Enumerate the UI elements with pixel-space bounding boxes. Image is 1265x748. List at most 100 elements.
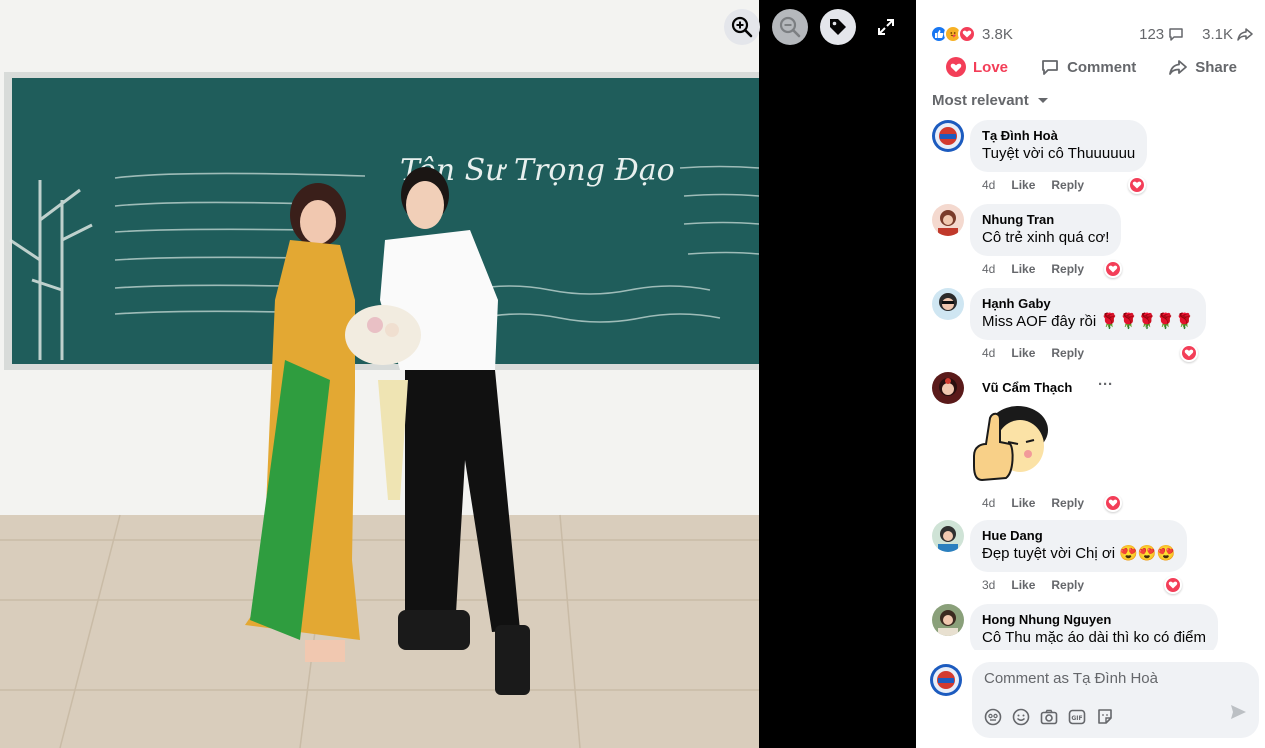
heart-icon [1108, 499, 1118, 507]
like-comment-button[interactable]: Like [1011, 578, 1035, 592]
reaction-count[interactable]: 3.8K [982, 26, 1013, 43]
love-reaction-badge[interactable] [1128, 176, 1146, 194]
love-button[interactable]: Love [946, 57, 1008, 77]
zoom-out-button[interactable] [772, 9, 808, 45]
comment-time[interactable]: 3d [982, 578, 995, 592]
comment-text: Miss AOF đây rồi 🌹🌹🌹🌹🌹 [982, 313, 1194, 330]
sort-label: Most relevant [932, 92, 1029, 109]
comment-time[interactable]: 4d [982, 178, 995, 192]
comment-icon [1042, 60, 1058, 75]
avatar[interactable] [932, 520, 964, 552]
thumbs-up-sticker[interactable] [970, 404, 1050, 486]
avatar[interactable] [932, 372, 964, 404]
emoji-icon[interactable] [1012, 708, 1030, 726]
send-button[interactable] [1229, 703, 1247, 726]
like-comment-button[interactable]: Like [1011, 346, 1035, 360]
comment-meta: 4d Like Reply [982, 178, 1084, 192]
heart-icon [1184, 349, 1194, 357]
tag-icon [830, 19, 846, 35]
comment-button[interactable]: Comment [1040, 57, 1136, 77]
love-reaction-badge[interactable] [1104, 494, 1122, 512]
comment-meta: 4d Like Reply [982, 496, 1084, 510]
commenter-name[interactable]: Hạnh Gaby [982, 295, 1194, 312]
love-icon [946, 57, 967, 77]
like-comment-button[interactable]: Like [1011, 262, 1035, 276]
fullscreen-button[interactable] [868, 9, 904, 45]
comment-time[interactable]: 4d [982, 496, 995, 510]
photo-viewer: Tôn Sư Trọng Đạo [0, 0, 916, 748]
share-count-icon [1237, 28, 1253, 41]
avatar[interactable] [930, 664, 962, 696]
reaction-icons[interactable] [930, 25, 976, 43]
heart-icon [1168, 581, 1178, 589]
commenter-name[interactable]: Tạ Đình Hoà [982, 127, 1135, 144]
comment-meta: 4d Like Reply [982, 262, 1084, 276]
gif-icon[interactable]: GIF [1068, 708, 1086, 726]
commenter-name[interactable]: Hue Dang [982, 527, 1175, 544]
comment-input-box[interactable]: GIF [972, 662, 1259, 738]
comment-bubble: Hạnh Gaby Miss AOF đây rồi 🌹🌹🌹🌹🌹 [970, 288, 1206, 340]
avatar-sticker-icon[interactable] [984, 708, 1002, 726]
fullscreen-icon [878, 19, 894, 35]
share-icon [1169, 60, 1188, 75]
comment-bubble: Hong Nhung Nguyen Cô Thu mặc áo dài thì … [970, 604, 1219, 650]
share-count[interactable]: 3.1K [1202, 26, 1233, 43]
tag-button[interactable] [820, 9, 856, 45]
avatar[interactable] [932, 120, 964, 152]
like-comment-button[interactable]: Like [1011, 496, 1035, 510]
love-label: Love [973, 58, 1009, 76]
reply-button[interactable]: Reply [1051, 178, 1084, 192]
comment-meta: 4d Like Reply [982, 346, 1084, 360]
love-reaction-badge[interactable] [1104, 260, 1122, 278]
comment-text: Tuyệt vời cô Thuuuuuu [982, 145, 1136, 162]
avatar[interactable] [932, 204, 964, 236]
commenter-name[interactable]: Hong Nhung Nguyen [982, 611, 1206, 628]
heart-icon [1132, 181, 1142, 189]
comment-bubble: Hue Dang Đẹp tuyệt vời Chị ơi 😍😍😍 [970, 520, 1188, 572]
reply-button[interactable]: Reply [1051, 346, 1084, 360]
love-reaction-badge[interactable] [1180, 344, 1198, 362]
comment-bubble: Tạ Đình Hoà Tuyệt vời cô Thuuuuuu [970, 120, 1148, 172]
comment-text: Cô trẻ xinh quá cơ! [982, 229, 1110, 246]
heart-icon [1108, 265, 1118, 273]
sticker-icon[interactable] [1096, 708, 1114, 726]
comment-list[interactable]: Tạ Đình Hoà Tuyệt vời cô Thuuuuuu 4d Lik… [916, 112, 1265, 650]
svg-text:GIF: GIF [1071, 715, 1082, 722]
love-reaction-icon [958, 25, 976, 43]
avatar[interactable] [932, 604, 964, 636]
comment-count-icon [1169, 28, 1183, 41]
post-actions: Love Comment Share [930, 52, 1253, 82]
comment-count[interactable]: 123 [1139, 26, 1164, 43]
composer-tools: GIF [984, 708, 1114, 726]
comment-bubble: Nhung Tran Cô trẻ xinh quá cơ! [970, 204, 1122, 256]
reply-button[interactable]: Reply [1051, 262, 1084, 276]
zoom-in-button[interactable] [724, 9, 760, 45]
comment-text: Cô Thu mặc áo dài thì ko có điểm [982, 629, 1207, 646]
post-photo[interactable]: Tôn Sư Trọng Đạo [0, 0, 759, 748]
commenter-name[interactable]: Nhung Tran [982, 211, 1109, 228]
reply-button[interactable]: Reply [1051, 496, 1084, 510]
chevron-down-icon [1037, 97, 1048, 103]
commenter-name[interactable]: Vũ Cẩm Thạch [982, 380, 1072, 395]
comment-label: Comment [1067, 58, 1137, 76]
camera-icon[interactable] [1040, 708, 1058, 726]
love-reaction-badge[interactable] [1164, 576, 1182, 594]
avatar[interactable] [932, 288, 964, 320]
comment-meta: 3d Like Reply [982, 578, 1084, 592]
zoom-out-icon [779, 16, 801, 38]
comment-composer: GIF [930, 662, 1259, 740]
reply-button[interactable]: Reply [1051, 578, 1084, 592]
comment-time[interactable]: 4d [982, 346, 995, 360]
send-icon [1231, 705, 1246, 719]
post-details-panel: 3.8K 123 3.1K Love Comment Share Most re… [916, 0, 1265, 748]
like-comment-button[interactable]: Like [1011, 178, 1035, 192]
share-label: Share [1195, 58, 1237, 76]
comment-input[interactable] [984, 670, 1244, 687]
reaction-summary: 3.8K 123 3.1K [930, 22, 1253, 46]
comment-time[interactable]: 4d [982, 262, 995, 276]
comment-sort-dropdown[interactable]: Most relevant [932, 92, 1049, 109]
zoom-in-icon [731, 16, 753, 38]
share-button[interactable]: Share [1168, 57, 1237, 77]
comment-options-button[interactable]: ··· [1098, 376, 1113, 393]
comment-text: Đẹp tuyệt vời Chị ơi 😍😍😍 [982, 545, 1176, 562]
